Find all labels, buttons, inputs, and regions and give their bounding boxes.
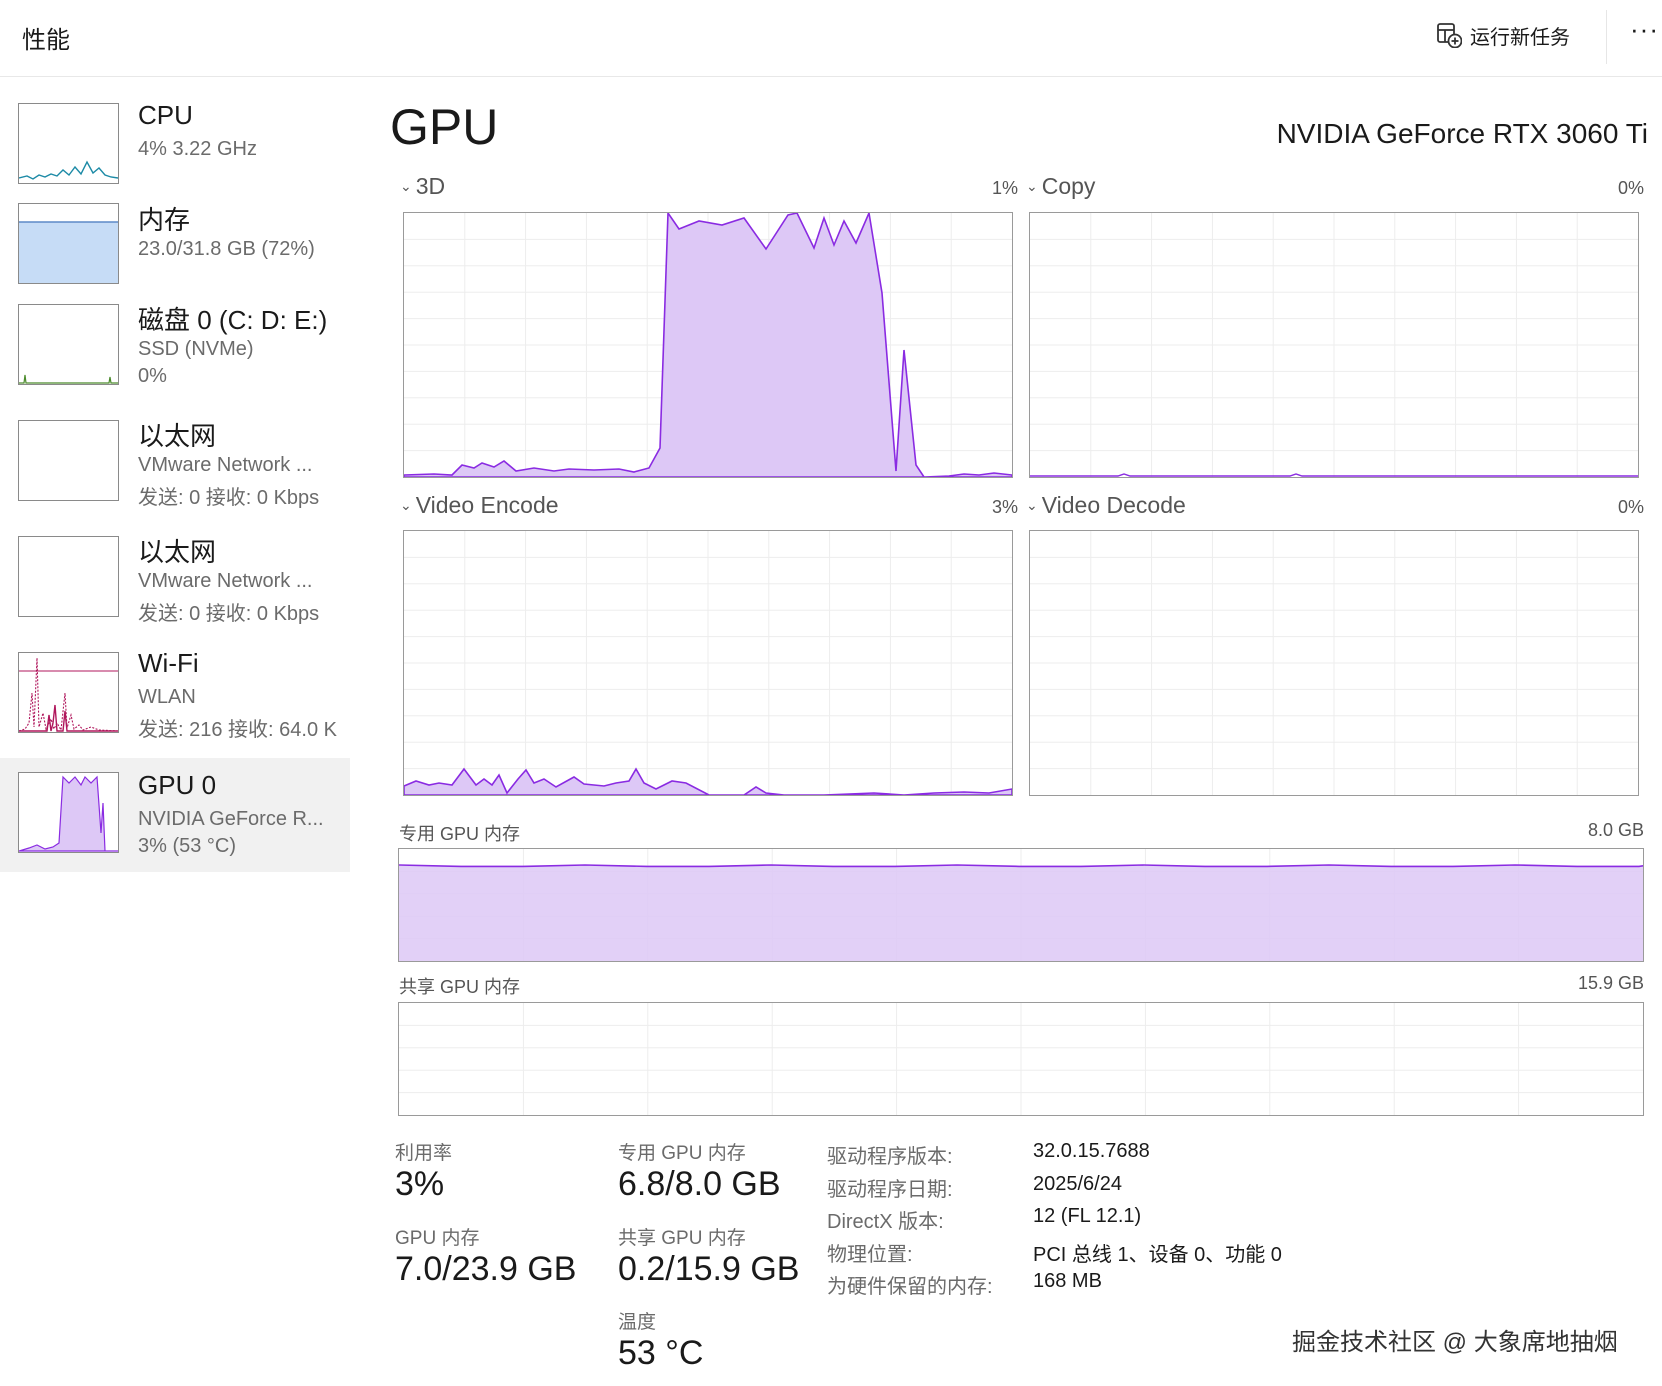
- graph-3d: [403, 212, 1013, 478]
- shared-memory-label: 共享 GPU 内存: [399, 977, 521, 997]
- more-options-button[interactable]: ···: [1630, 14, 1659, 45]
- sidebar-item-label: 以太网: [138, 421, 217, 451]
- gpu-device-name: NVIDIA GeForce RTX 3060 Ti: [1276, 118, 1648, 149]
- shared-memory-stat-label: 共享 GPU 内存: [618, 1228, 746, 1249]
- cpu-thumbnail: [18, 103, 119, 184]
- sidebar-item-label: Wi-Fi: [138, 648, 199, 678]
- run-task-icon: [1436, 22, 1462, 48]
- shared-memory-stat-value: 0.2/15.9 GB: [618, 1250, 800, 1288]
- sidebar-item-detail: VMware Network ...: [138, 570, 313, 592]
- sidebar-item-label: 磁盘 0 (C: D: E:): [138, 305, 328, 335]
- top-bar: 性能 运行新任务 ···: [0, 0, 1662, 77]
- utilization-value: 3%: [395, 1165, 445, 1203]
- engine-name: 3D: [415, 173, 446, 199]
- sidebar-item-detail: WLAN: [138, 686, 196, 708]
- dedicated-memory-graph: [398, 848, 1644, 962]
- temperature-label: 温度: [618, 1312, 657, 1333]
- sidebar-item-ethernet-2[interactable]: 以太网 VMware Network ... 发送: 0 接收: 0 Kbps: [0, 532, 350, 638]
- graph-copy: [1029, 212, 1639, 478]
- sidebar-item-detail: VMware Network ...: [138, 454, 313, 476]
- driver-version-key: 驱动程序版本:: [827, 1146, 953, 1168]
- engine-percent: 0%: [1617, 497, 1644, 517]
- physical-location-key: 物理位置:: [827, 1244, 913, 1266]
- graph-video-encode: [403, 530, 1013, 796]
- sidebar-item-label: 内存: [138, 205, 191, 235]
- graph-video-decode: [1029, 530, 1639, 796]
- sidebar-item-wifi[interactable]: Wi-Fi WLAN 发送: 216 接收: 64.0 K: [0, 648, 350, 754]
- utilization-label: 利用率: [395, 1143, 453, 1164]
- graph-grid: [1030, 531, 1638, 795]
- sidebar-item-gpu0[interactable]: GPU 0 NVIDIA GeForce R... 3% (53 °C): [0, 758, 350, 872]
- main-title: GPU: [390, 99, 499, 155]
- gpu-memory-stat-label: GPU 内存: [395, 1228, 480, 1249]
- toolbar-divider: [1606, 10, 1607, 64]
- sidebar-item-disk[interactable]: 磁盘 0 (C: D: E:) SSD (NVMe) 0%: [0, 300, 350, 406]
- engine-selector-video-encode[interactable]: ⌄ Video Encode: [400, 492, 559, 519]
- sidebar-item-detail: 发送: 0 接收: 0 Kbps: [138, 487, 320, 509]
- dedicated-memory-label: 专用 GPU 内存: [399, 824, 521, 844]
- run-new-task-button[interactable]: 运行新任务: [1436, 18, 1570, 52]
- directx-version-key: DirectX 版本:: [827, 1211, 944, 1233]
- engine-percent: 1%: [991, 178, 1018, 198]
- sidebar-item-memory[interactable]: 内存 23.0/31.8 GB (72%): [0, 200, 350, 292]
- engine-selector-3d[interactable]: ⌄ 3D: [400, 173, 445, 200]
- graph-grid: [1030, 213, 1638, 477]
- ethernet-thumbnail: [18, 536, 119, 617]
- dedicated-memory-max: 8.0 GB: [1587, 820, 1644, 840]
- page-title: 性能: [22, 27, 70, 54]
- memory-fill: [399, 865, 1643, 961]
- sidebar-item-cpu[interactable]: CPU 4% 3.22 GHz: [0, 100, 350, 192]
- engine-name: Copy: [1041, 173, 1096, 199]
- engine-name: Video Encode: [415, 492, 559, 518]
- sidebar-item-detail: NVIDIA GeForce R...: [138, 808, 324, 830]
- directx-version-value: 12 (FL 12.1): [1033, 1205, 1142, 1227]
- ethernet-thumbnail: [18, 420, 119, 501]
- shared-memory-graph: [398, 1002, 1644, 1116]
- engine-name: Video Decode: [1041, 492, 1186, 518]
- sidebar-item-label: GPU 0: [138, 770, 217, 800]
- watermark: 掘金技术社区 @ 大象席地抽烟: [1292, 1329, 1618, 1356]
- dedicated-memory-stat-label: 专用 GPU 内存: [618, 1143, 746, 1164]
- engine-selector-video-decode[interactable]: ⌄ Video Decode: [1026, 492, 1186, 519]
- run-task-label: 运行新任务: [1470, 26, 1570, 49]
- engine-selector-copy[interactable]: ⌄ Copy: [1026, 173, 1095, 200]
- sidebar-item-detail: 发送: 0 接收: 0 Kbps: [138, 603, 320, 625]
- sidebar-item-ethernet-1[interactable]: 以太网 VMware Network ... 发送: 0 接收: 0 Kbps: [0, 416, 350, 522]
- wifi-thumbnail: [18, 652, 119, 733]
- dedicated-memory-stat-value: 6.8/8.0 GB: [618, 1165, 781, 1203]
- hardware-reserved-memory-value: 168 MB: [1033, 1270, 1102, 1292]
- sidebar-item-detail: 发送: 216 接收: 64.0 K: [138, 719, 337, 741]
- driver-version-value: 32.0.15.7688: [1033, 1140, 1150, 1162]
- graph-grid: [404, 531, 1012, 795]
- hardware-reserved-memory-key: 为硬件保留的内存:: [827, 1276, 993, 1298]
- engine-percent: 3%: [991, 497, 1018, 517]
- sidebar-item-detail: 0%: [138, 365, 167, 387]
- physical-location-value: PCI 总线 1、设备 0、功能 0: [1033, 1244, 1282, 1266]
- chevron-down-icon: ⌄: [400, 497, 412, 513]
- graph-grid: [399, 1003, 1643, 1115]
- sidebar-item-label: CPU: [138, 100, 193, 130]
- gpu-memory-stat-value: 7.0/23.9 GB: [395, 1250, 577, 1288]
- disk-thumbnail: [18, 304, 119, 385]
- driver-date-value: 2025/6/24: [1033, 1173, 1122, 1195]
- chevron-down-icon: ⌄: [1026, 178, 1038, 194]
- engine-percent: 0%: [1617, 178, 1644, 198]
- chevron-down-icon: ⌄: [400, 178, 412, 194]
- sidebar-item-detail: 23.0/31.8 GB (72%): [138, 238, 315, 260]
- shared-memory-max: 15.9 GB: [1577, 973, 1644, 993]
- driver-date-key: 驱动程序日期:: [827, 1179, 953, 1201]
- sidebar-item-detail: 4% 3.22 GHz: [138, 138, 257, 160]
- sidebar-item-detail: 3% (53 °C): [138, 835, 237, 857]
- sidebar-item-detail: SSD (NVMe): [138, 338, 254, 360]
- gpu-thumbnail: [18, 772, 119, 853]
- memory-thumbnail: [18, 203, 119, 284]
- temperature-value: 53 °C: [618, 1334, 704, 1372]
- chevron-down-icon: ⌄: [1026, 497, 1038, 513]
- sidebar-item-label: 以太网: [138, 537, 217, 567]
